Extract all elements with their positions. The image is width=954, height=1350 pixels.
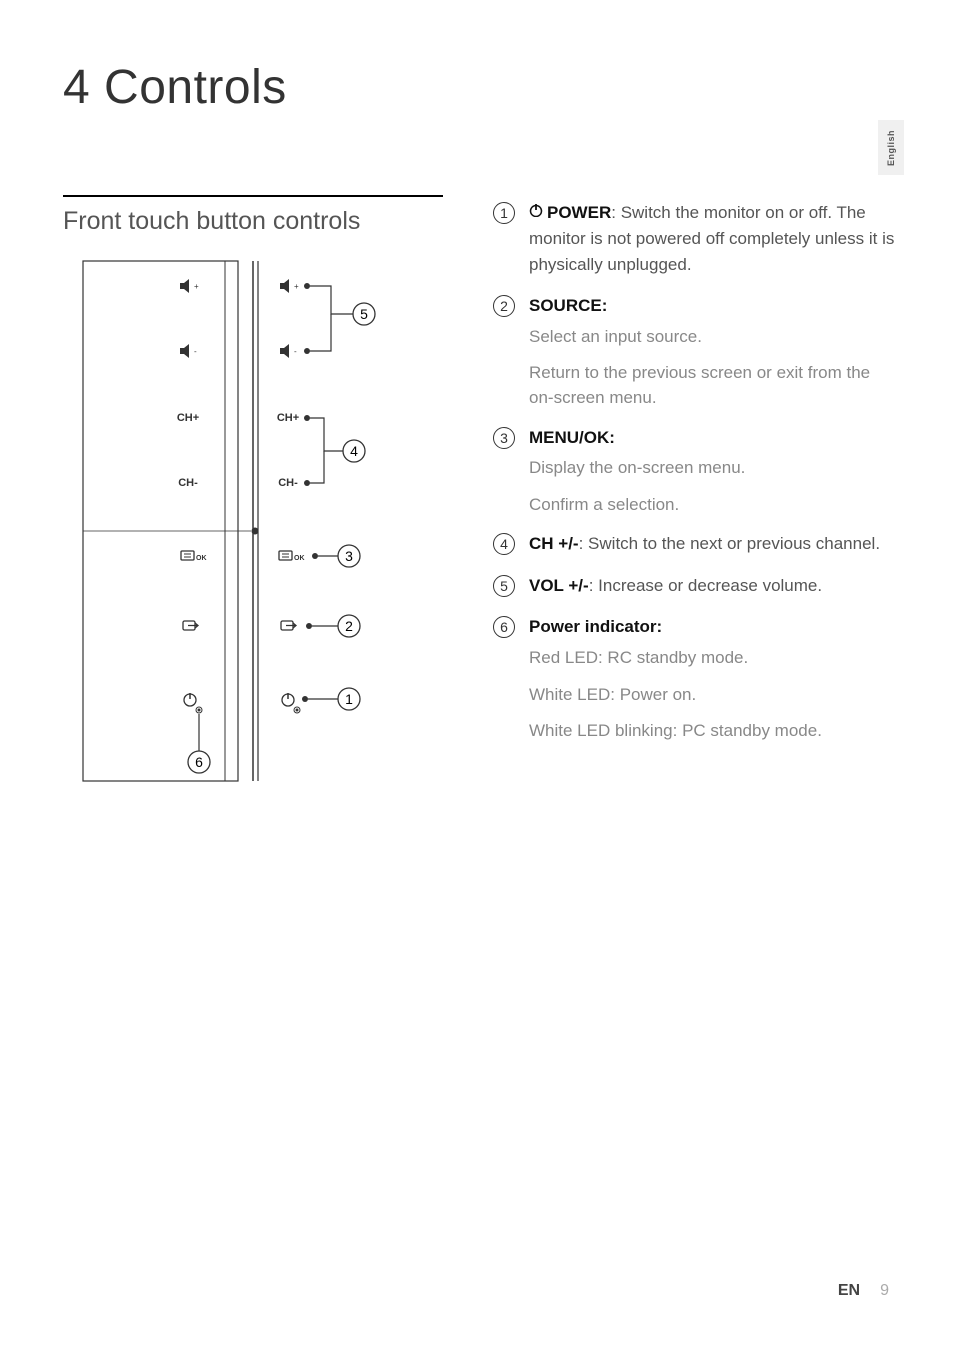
svg-text:5: 5 (360, 306, 368, 322)
power-icon-copy (282, 693, 294, 706)
ch-down-label: CH- (178, 477, 198, 489)
control-sub: Display the on-screen menu. (529, 456, 898, 481)
control-desc: Switch to the next or previous channel. (583, 534, 880, 553)
diagram: + + 5 - - (63, 256, 443, 796)
callout-number: 5 (493, 575, 515, 597)
control-label: SOURCE (529, 296, 602, 315)
control-label-suffix: : (602, 296, 608, 315)
control-item-ch: 4 CH +/-: Switch to the next or previous… (493, 531, 898, 563)
control-sub: White LED blinking: PC standby mode. (529, 719, 898, 744)
source-icon-copy (281, 621, 296, 630)
control-sub: Return to the previous screen or exit fr… (529, 361, 898, 410)
svg-text:CH+: CH+ (277, 412, 299, 424)
control-label: Power indicator (529, 617, 657, 636)
control-item-vol: 5 VOL +/-: Increase or decrease volume. (493, 573, 898, 605)
control-sub: Red LED: RC standby mode. (529, 646, 898, 671)
vol-up-icon: + (180, 279, 199, 293)
language-tab-text: English (886, 129, 896, 165)
control-sub: Confirm a selection. (529, 493, 898, 518)
svg-text:+: + (194, 282, 199, 291)
svg-text:6: 6 (195, 754, 203, 770)
source-icon (183, 621, 198, 630)
svg-text:OK: OK (196, 555, 207, 562)
page-title: 4 Controls (63, 60, 287, 115)
svg-text:3: 3 (345, 548, 353, 564)
control-label-suffix: : (657, 617, 663, 636)
callout-number: 1 (493, 202, 515, 224)
language-tab: English (878, 120, 904, 175)
vol-down-icon-copy: - (280, 344, 297, 358)
svg-text:-: - (294, 347, 297, 356)
svg-text:-: - (194, 347, 197, 356)
section-heading: Front touch button controls (63, 195, 443, 251)
callout-number: 4 (493, 533, 515, 555)
front-panel-diagram: + + 5 - - (63, 256, 413, 796)
callout-number: 3 (493, 427, 515, 449)
footer-page-number: 9 (880, 1282, 889, 1300)
control-sub: White LED: Power on. (529, 683, 898, 708)
svg-text:4: 4 (350, 443, 358, 459)
page-footer: EN 9 (838, 1282, 889, 1300)
control-label: CH +/- (529, 534, 579, 553)
control-label: MENU/OK (529, 428, 609, 447)
callout-number: 2 (493, 295, 515, 317)
content-area: Front touch button controls + (63, 195, 898, 796)
left-column: Front touch button controls + (63, 195, 443, 796)
vol-down-icon: - (180, 344, 197, 358)
menu-ok-icon: OK (181, 551, 207, 562)
svg-text:2: 2 (345, 618, 353, 634)
svg-text:CH-: CH- (278, 477, 298, 489)
ch-up-label: CH+ (177, 412, 199, 424)
power-icon (529, 199, 543, 225)
control-item-source: 2 SOURCE: Select an input source. Return… (493, 293, 898, 414)
callout-number: 6 (493, 616, 515, 638)
control-item-power: 1 POWER: Switch the monitor on or off. T… (493, 200, 898, 283)
control-label-suffix: : (609, 428, 615, 447)
svg-text:1: 1 (345, 691, 353, 707)
control-item-menu-ok: 3 MENU/OK: Display the on-screen menu. C… (493, 425, 898, 522)
right-column: 1 POWER: Switch the monitor on or off. T… (493, 195, 898, 796)
footer-lang: EN (838, 1282, 860, 1300)
control-label: POWER (547, 203, 611, 222)
control-item-power-indicator: 6 Power indicator: Red LED: RC standby m… (493, 614, 898, 747)
vol-up-icon-copy: + (280, 279, 299, 293)
svg-text:+: + (294, 282, 299, 291)
control-sub: Select an input source. (529, 325, 898, 350)
svg-text:OK: OK (294, 555, 305, 562)
power-icon (184, 693, 196, 706)
menu-ok-icon-copy: OK (279, 551, 305, 562)
control-label: VOL +/- (529, 576, 589, 595)
control-desc: Increase or decrease volume. (593, 576, 822, 595)
